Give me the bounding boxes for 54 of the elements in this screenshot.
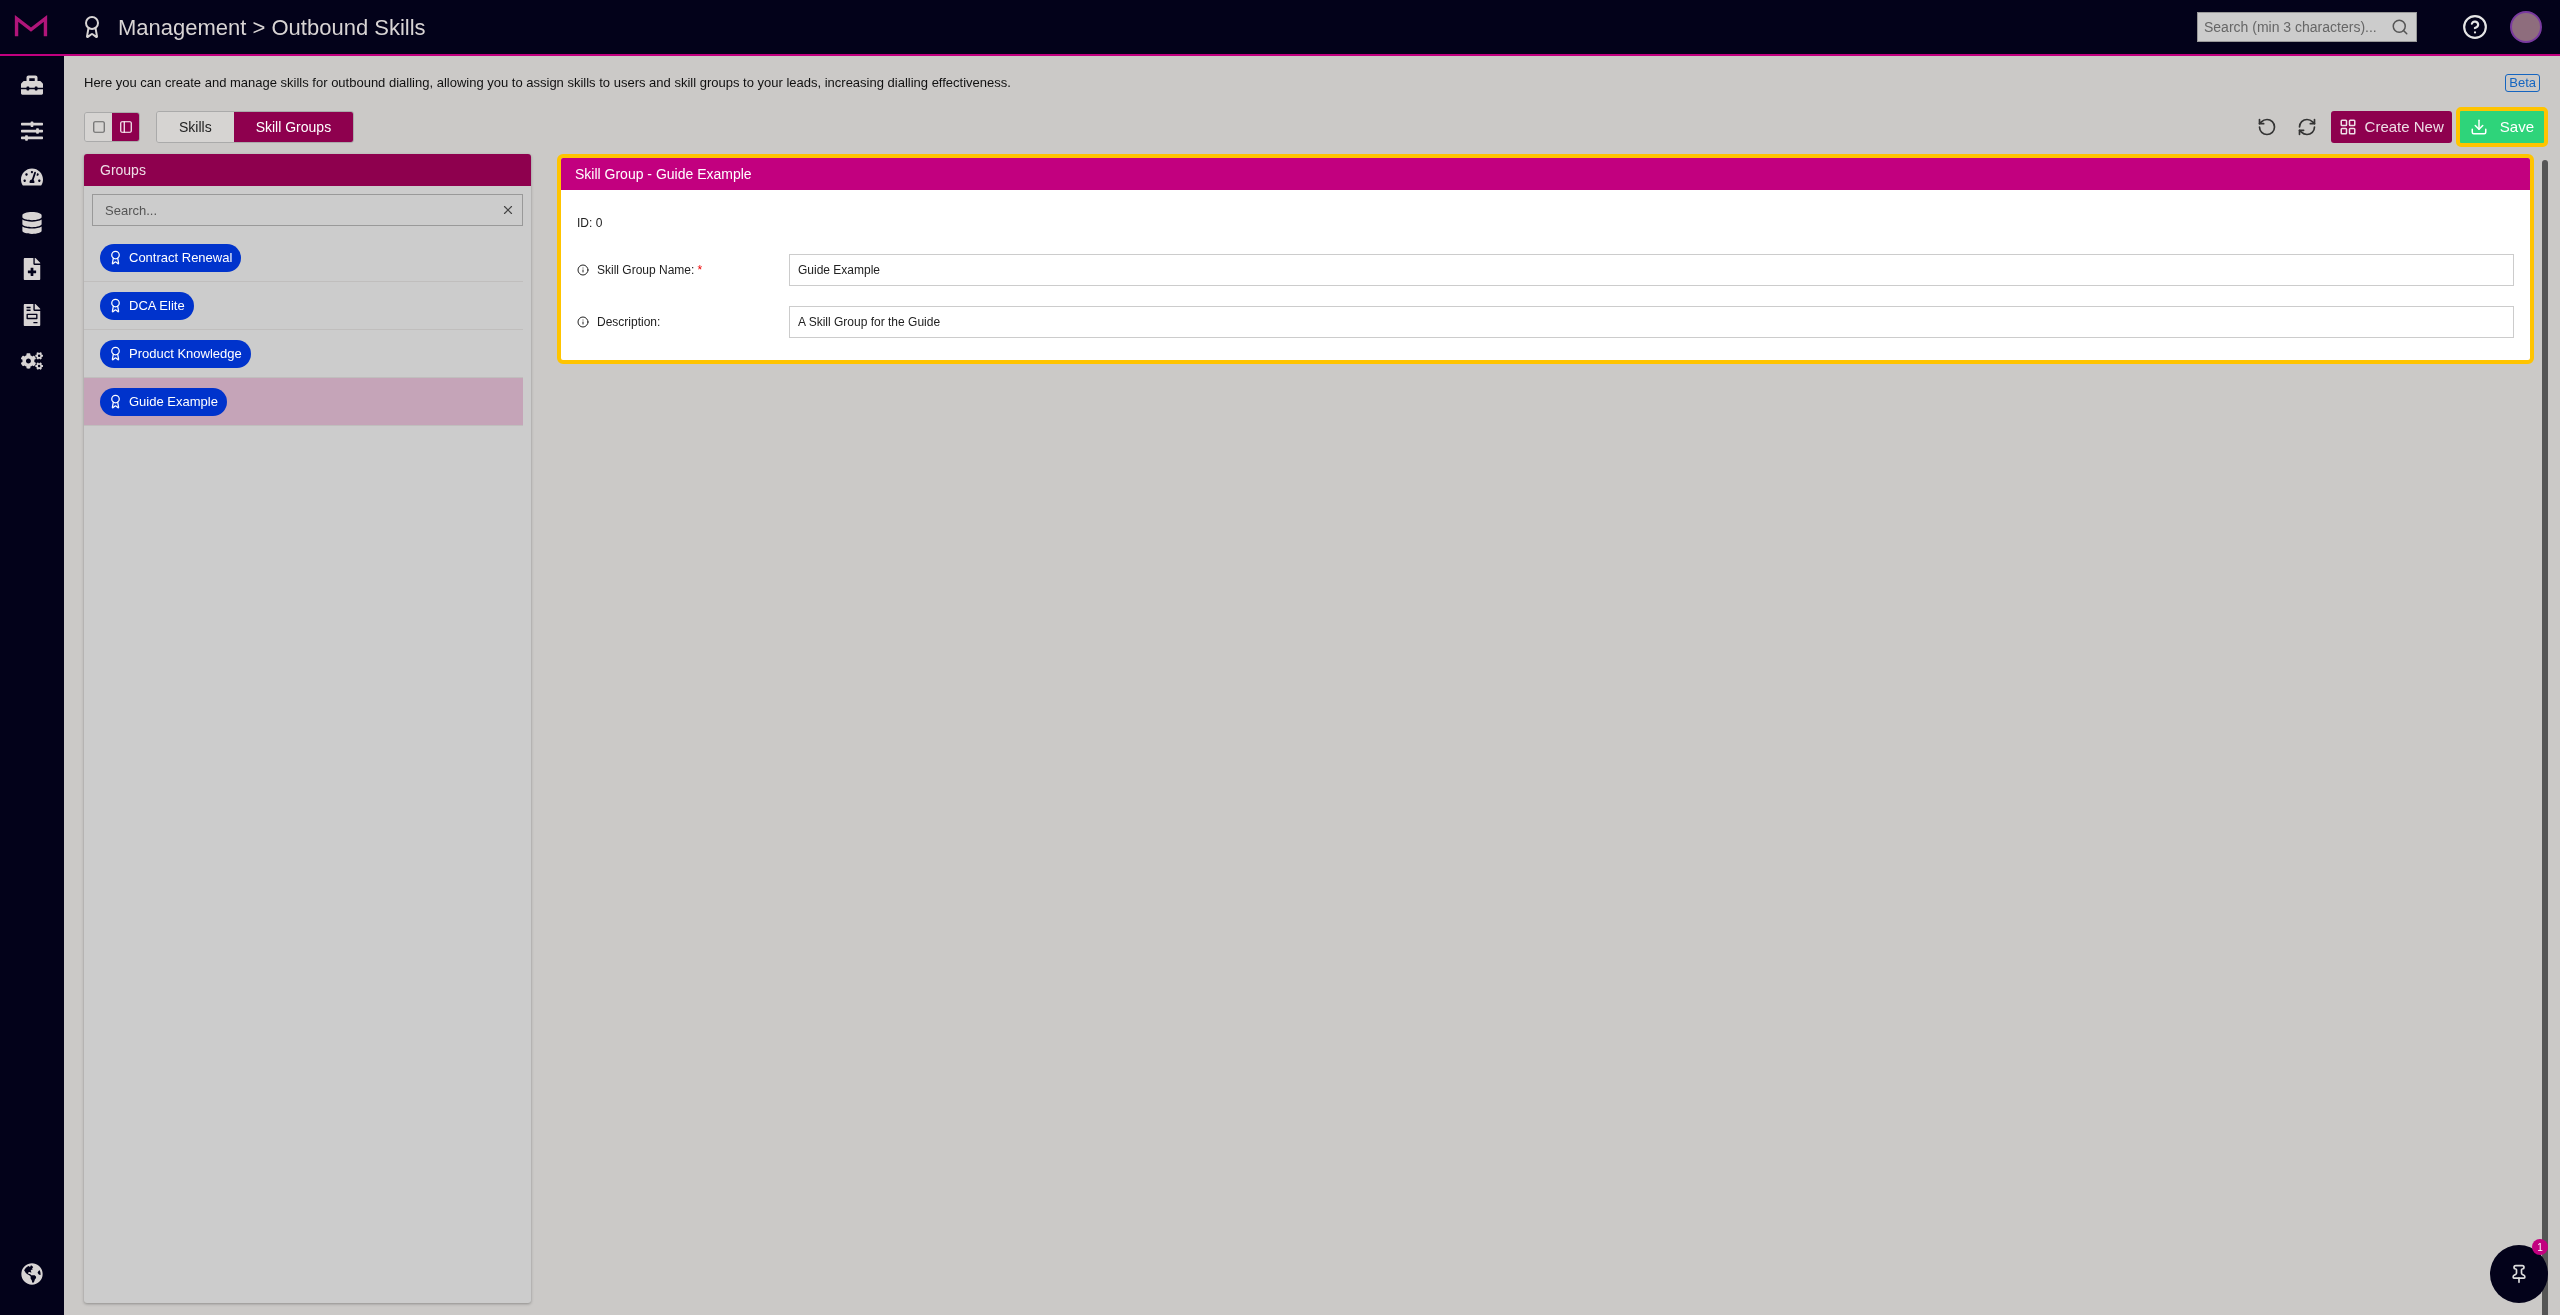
panel-title: Groups — [100, 160, 146, 180]
sliders-icon[interactable] — [21, 120, 43, 142]
global-search-field[interactable]: Search (min 3 characters)... — [2197, 12, 2417, 42]
info-icon[interactable] — [577, 316, 589, 328]
download-icon — [2469, 118, 2488, 136]
toolbox-icon[interactable] — [21, 74, 43, 96]
pin-icon — [2509, 1264, 2529, 1284]
group-list-item[interactable]: Guide Example — [84, 378, 523, 426]
beta-badge: Beta — [2505, 74, 2540, 92]
single-view-toggle[interactable] — [85, 113, 112, 141]
text-input[interactable]: Guide Example — [789, 254, 2514, 286]
award-icon — [108, 346, 123, 361]
help-icon[interactable] — [2462, 14, 2488, 40]
field-label: Skill Group Name: — [597, 262, 695, 279]
required-mark: * — [697, 262, 703, 279]
award-icon — [108, 394, 123, 409]
avatar[interactable] — [2510, 11, 2542, 43]
group-list-item[interactable]: Product Knowledge — [84, 330, 523, 378]
field-label: Description: — [597, 314, 661, 331]
file-icon[interactable] — [21, 258, 43, 280]
id-label: ID: 0 — [577, 216, 603, 230]
page-title: Management > Outbound Skills — [118, 13, 426, 42]
intro-text: Here you can create and manage skills for outbound dialling, allowing you to assign skills to users and skill groups to your leads, increasing dialling effectiveness. — [84, 74, 1011, 93]
database-icon[interactable] — [21, 212, 43, 234]
group-chip: DCA Elite — [100, 291, 194, 320]
notification-badge: 1 — [2532, 1239, 2548, 1255]
info-icon[interactable] — [577, 264, 589, 276]
logo-icon[interactable] — [14, 15, 48, 39]
clear-icon[interactable] — [501, 203, 515, 217]
group-chip: Contract Renewal — [100, 243, 242, 272]
group-search-field[interactable]: Search... — [92, 194, 523, 226]
award-icon — [108, 250, 123, 265]
gears-icon[interactable] — [21, 350, 43, 372]
group-chip: Product Knowledge — [100, 339, 251, 368]
refresh-icon[interactable] — [2296, 117, 2317, 137]
search-icon — [2391, 18, 2409, 36]
group-list-item[interactable]: DCA Elite — [84, 282, 523, 330]
group-list-item[interactable]: Contract Renewal — [84, 234, 523, 282]
create-new-button[interactable]: Create New — [2330, 111, 2452, 143]
view-tab[interactable]: Skills — [157, 112, 234, 142]
scrollbar[interactable] — [2542, 160, 2548, 1315]
form-title: Skill Group - Guide Example — [575, 164, 752, 184]
panel-icon — [118, 120, 133, 134]
undo-icon[interactable] — [2256, 117, 2277, 137]
split-view-toggle[interactable] — [112, 113, 139, 141]
group-chip: Guide Example — [100, 387, 227, 416]
pin-button[interactable] — [2490, 1245, 2548, 1303]
globe-icon[interactable] — [21, 1263, 43, 1285]
text-input[interactable]: A Skill Group for the Guide — [789, 306, 2514, 338]
view-tab[interactable]: Skill Groups — [233, 112, 354, 142]
square-icon — [91, 120, 106, 134]
gauge-icon[interactable] — [21, 166, 43, 188]
award-icon — [108, 298, 123, 313]
report-icon[interactable] — [21, 304, 43, 326]
